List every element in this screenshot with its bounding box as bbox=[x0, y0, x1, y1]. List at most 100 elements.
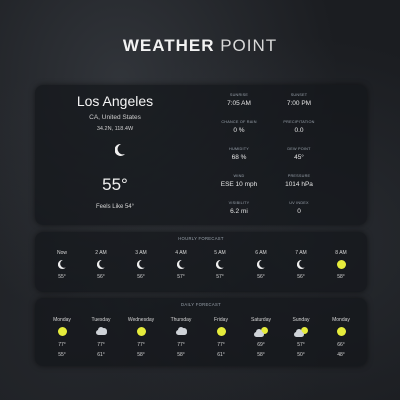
hourly-item: 6 AM 56° bbox=[246, 250, 276, 280]
hourly-temp: 56° bbox=[137, 274, 145, 280]
daily-item: Thursday 77° 58° bbox=[166, 317, 196, 358]
daily-item: Saturday 69° 58° bbox=[246, 317, 276, 358]
app-title: WEATHER POINT bbox=[0, 36, 400, 56]
stat-value: 68 % bbox=[231, 154, 247, 161]
daily-day: Monday bbox=[53, 317, 71, 323]
stat-label: WIND bbox=[233, 174, 245, 178]
sun-icon bbox=[136, 327, 146, 336]
daily-low: 61° bbox=[97, 352, 105, 358]
daily-high: 77° bbox=[97, 342, 105, 348]
hourly-temp: 57° bbox=[177, 274, 185, 280]
daily-day: Thursday bbox=[170, 317, 192, 323]
daily-day: Tuesday bbox=[91, 317, 111, 323]
stat-value: 7:00 PM bbox=[286, 100, 312, 107]
hourly-temp: 57° bbox=[216, 274, 224, 280]
stat-label: DEW POINT bbox=[287, 147, 311, 151]
daily-high: 66° bbox=[337, 342, 345, 348]
stat-chance-of-rain: CHANCE OF RAIN 0 % bbox=[209, 120, 269, 134]
moon-icon bbox=[126, 260, 156, 269]
daily-high: 77° bbox=[58, 342, 66, 348]
hourly-item: 5 AM 57° bbox=[205, 250, 235, 280]
stat-pressure: PRESSURE 1014 hPa bbox=[269, 174, 329, 188]
cloud-icon bbox=[95, 327, 108, 335]
daily-day: Monday bbox=[332, 317, 350, 323]
stat-wind: WIND ESE 10 mph bbox=[209, 174, 269, 188]
daily-forecast-panel: DAILY FORECAST Monday 77° 55° Tuesday 77° 61°… bbox=[35, 298, 367, 366]
hourly-item: 4 AM 57° bbox=[166, 250, 196, 280]
moon-icon bbox=[246, 260, 276, 269]
daily-item: Monday 66° 48° bbox=[326, 317, 356, 358]
hourly-time: Now bbox=[56, 250, 67, 256]
daily-day: Wednesday bbox=[127, 317, 155, 323]
location-block: Los Angeles CA, United States 34.2N, 118… bbox=[55, 93, 175, 132]
stat-label: SUNRISE bbox=[229, 93, 249, 97]
daily-item: Tuesday 77° 61° bbox=[86, 317, 116, 358]
moon-icon bbox=[86, 260, 116, 269]
app-title-light: POINT bbox=[214, 36, 278, 55]
stat-dew-point: DEW POINT 45° bbox=[269, 147, 329, 161]
daily-day: Saturday bbox=[250, 317, 271, 323]
sun-icon bbox=[57, 327, 67, 336]
stat-value: 6.2 mi bbox=[230, 208, 248, 215]
stat-value: 0 % bbox=[233, 127, 245, 134]
hourly-temp: 58° bbox=[337, 274, 345, 280]
hourly-time: 5 AM bbox=[214, 250, 226, 256]
stat-label: HUMIDITY bbox=[229, 147, 249, 151]
stat-value: 0.0 bbox=[294, 127, 304, 134]
hourly-forecast-panel: HOURLY FORECAST Now 55° 2 AM 56° 3 AM 56° 4 AM… bbox=[35, 232, 367, 292]
hourly-item: 2 AM 56° bbox=[86, 250, 116, 280]
daily-low: 58° bbox=[177, 352, 185, 358]
stat-label: PRESSURE bbox=[287, 174, 311, 178]
hourly-time: 2 AM bbox=[95, 250, 107, 256]
hourly-item: 3 AM 56° bbox=[126, 250, 156, 280]
stat-value: 45° bbox=[294, 154, 304, 161]
daily-item: Monday 77° 55° bbox=[47, 317, 77, 358]
daily-high: 69° bbox=[257, 342, 265, 348]
stat-sunset: SUNSET 7:00 PM bbox=[269, 93, 329, 107]
stat-label: PRECIPITATION bbox=[283, 120, 315, 124]
daily-high: 57° bbox=[297, 342, 305, 348]
stat-label: SUNSET bbox=[290, 93, 308, 97]
sun-icon bbox=[336, 260, 346, 269]
stat-value: 1014 hPa bbox=[285, 181, 313, 188]
daily-high: 77° bbox=[137, 342, 145, 348]
daily-item: Wednesday 77° 58° bbox=[126, 317, 156, 358]
daily-low: 58° bbox=[137, 352, 145, 358]
daily-forecast-label: DAILY FORECAST bbox=[181, 302, 221, 307]
city-name: Los Angeles bbox=[76, 93, 154, 109]
hourly-time: 6 AM bbox=[255, 250, 267, 256]
daily-low: 58° bbox=[257, 352, 265, 358]
stat-value: ESE 10 mph bbox=[220, 181, 258, 188]
sun-icon bbox=[216, 327, 226, 336]
moon-icon bbox=[47, 260, 77, 269]
app-title-bold: WEATHER bbox=[122, 36, 215, 55]
hourly-temp: 56° bbox=[297, 274, 305, 280]
current-conditions-panel: Los Angeles CA, United States 34.2N, 118… bbox=[35, 85, 367, 225]
region-name: CA, United States bbox=[89, 114, 141, 121]
coordinates: 34.2N, 118.4W bbox=[96, 126, 134, 132]
daily-low: 50° bbox=[297, 352, 305, 358]
stat-precipitation: PRECIPITATION 0.0 bbox=[269, 120, 329, 134]
moon-icon bbox=[205, 260, 235, 269]
hourly-time: 7 AM bbox=[295, 250, 307, 256]
stat-label: UV INDEX bbox=[289, 201, 309, 205]
daily-low: 55° bbox=[58, 352, 66, 358]
hourly-item: 8 AM 58° bbox=[326, 250, 356, 280]
daily-day: Sunday bbox=[292, 317, 310, 323]
stat-visibility: VISIBILITY 6.2 mi bbox=[209, 201, 269, 215]
daily-day: Friday bbox=[214, 317, 228, 323]
daily-item: Friday 77° 61° bbox=[206, 317, 236, 358]
feels-like: Feels Like 54° bbox=[95, 204, 135, 210]
partly-cloudy-icon bbox=[254, 327, 268, 337]
stat-uv-index: UV INDEX 0 bbox=[269, 201, 329, 215]
daily-high: 77° bbox=[217, 342, 225, 348]
daily-high: 77° bbox=[177, 342, 185, 348]
cloud-icon bbox=[175, 327, 188, 335]
hourly-time: 8 AM bbox=[335, 250, 347, 256]
stat-sunrise: SUNRISE 7:05 AM bbox=[209, 93, 269, 107]
daily-low: 48° bbox=[337, 352, 345, 358]
hourly-item: Now 55° bbox=[47, 250, 77, 280]
stat-label: CHANCE OF RAIN bbox=[221, 120, 257, 124]
current-temperature: 55° bbox=[102, 175, 128, 194]
hourly-temp: 55° bbox=[58, 274, 66, 280]
